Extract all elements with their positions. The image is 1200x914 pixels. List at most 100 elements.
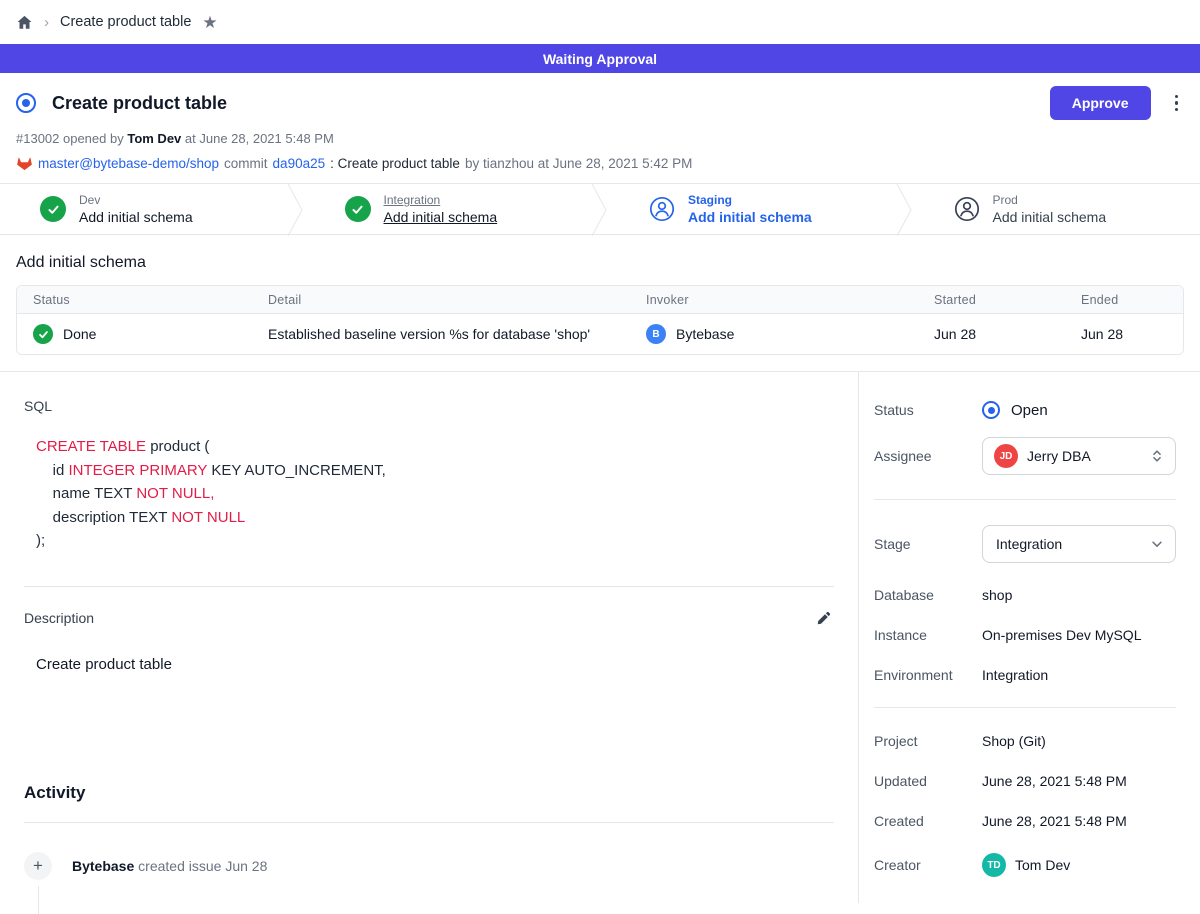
updated-label: Updated (874, 773, 982, 789)
issue-title: Create product table (52, 93, 227, 114)
col-status: Status (33, 293, 268, 307)
task-table-header: Status Detail Invoker Started Ended (17, 286, 1183, 314)
task-detail: Established baseline version %s for data… (268, 326, 646, 342)
activity-action: created issue Jun 28 (138, 858, 267, 874)
divider (24, 586, 834, 587)
stage-env-label: Integration (384, 193, 498, 207)
stage-task-label: Add initial schema (688, 209, 812, 225)
updated-value: June 28, 2021 5:48 PM (982, 773, 1127, 789)
task-started: Jun 28 (934, 326, 1081, 342)
issue-meta-suffix: at June 28, 2021 5:48 PM (185, 131, 334, 146)
task-section: Add initial schema Status Detail Invoker… (0, 235, 1200, 371)
issue-meta: #13002 opened by Tom Dev at June 28, 202… (16, 131, 1184, 146)
breadcrumb-separator-icon: › (44, 15, 49, 30)
approve-button[interactable]: Approve (1050, 86, 1151, 120)
creator-value: Tom Dev (1015, 857, 1070, 873)
task-section-title: Add initial schema (16, 254, 1184, 272)
issue-sidebar: Status Open Assignee JD Jerry DBA Stage … (858, 372, 1200, 903)
sql-line: name TEXT NOT NULL, (36, 482, 834, 506)
stage-env-label: Dev (79, 193, 193, 207)
project-label: Project (874, 733, 982, 749)
sql-line: id INTEGER PRIMARY KEY AUTO_INCREMENT, (36, 459, 834, 483)
activity-plus-icon: + (24, 852, 52, 880)
edit-description-pencil-icon[interactable] (813, 608, 834, 629)
activity-title: Activity (24, 783, 834, 803)
stage-env-label: Staging (688, 193, 812, 207)
issue-meta-prefix: #13002 opened by (16, 131, 124, 146)
breadcrumb: › Create product table ★ (0, 0, 1200, 44)
issue-header: Create product table Approve #13002 open… (0, 73, 1200, 183)
chevron-up-down-icon (1150, 449, 1164, 463)
commit-byline: by tianzhou at June 28, 2021 5:42 PM (465, 156, 692, 171)
stage-pending-person-icon (954, 196, 980, 222)
creator-avatar: TD (982, 853, 1006, 877)
stage-done-check-icon (40, 196, 66, 222)
environment-label: Environment (874, 667, 982, 683)
assignee-label: Assignee (874, 448, 982, 464)
project-value[interactable]: Shop (Git) (982, 733, 1046, 749)
activity-actor: Bytebase (72, 858, 134, 874)
divider (24, 822, 834, 823)
stage-task-label: Add initial schema (993, 209, 1107, 225)
created-value: June 28, 2021 5:48 PM (982, 813, 1127, 829)
commit-branch-link[interactable]: master@bytebase-demo/shop (38, 156, 219, 171)
sql-line: CREATE TABLE product ( (36, 435, 834, 459)
commit-hash-link[interactable]: da90a25 (273, 156, 326, 171)
task-status: Done (63, 326, 96, 342)
assignee-select[interactable]: JD Jerry DBA (982, 437, 1176, 475)
task-ended: Jun 28 (1081, 326, 1167, 342)
commit-word: commit (224, 156, 268, 171)
approval-banner: Waiting Approval (0, 44, 1200, 73)
commit-row: master@bytebase-demo/shop commit da90a25… (16, 155, 1184, 171)
stage-prod[interactable]: Prod Add initial schema (914, 184, 1200, 234)
divider (874, 499, 1176, 500)
stage-task-label: Add initial schema (79, 209, 193, 225)
stage-task-label: Add initial schema (384, 209, 498, 225)
created-label: Created (874, 813, 982, 829)
description-text: Create product table (36, 656, 834, 673)
gitlab-icon (16, 155, 33, 171)
stage-env-label: Prod (993, 193, 1107, 207)
favorite-star-icon[interactable]: ★ (202, 14, 217, 31)
assignee-avatar: JD (994, 444, 1018, 468)
stage-pending-person-icon (649, 196, 675, 222)
issue-author: Tom Dev (127, 131, 181, 146)
stage-label: Stage (874, 536, 982, 552)
issue-detail-panel: SQL CREATE TABLE product ( id INTEGER PR… (0, 372, 858, 903)
stage-select[interactable]: Integration (982, 525, 1176, 563)
pipeline-stage-bar: Dev Add initial schema Integration Add i… (0, 183, 1200, 235)
col-invoker: Invoker (646, 293, 934, 307)
home-icon[interactable] (16, 14, 33, 31)
status-value: Open (1011, 402, 1048, 419)
stage-separator-icon (591, 184, 609, 236)
task-table: Status Detail Invoker Started Ended Done… (16, 285, 1184, 355)
status-open-icon (982, 401, 1000, 419)
sql-line: description TEXT NOT NULL (36, 506, 834, 530)
divider (874, 707, 1176, 708)
stage-integration[interactable]: Integration Add initial schema (305, 184, 592, 234)
sql-code-block: CREATE TABLE product ( id INTEGER PRIMAR… (36, 435, 834, 553)
commit-message: : Create product table (330, 156, 460, 171)
chevron-down-icon (1150, 537, 1164, 551)
task-done-check-icon (33, 324, 53, 344)
database-label: Database (874, 587, 982, 603)
database-value: shop (982, 587, 1012, 603)
issue-open-icon (16, 93, 36, 113)
col-detail: Detail (268, 293, 646, 307)
stage-staging[interactable]: Staging Add initial schema (609, 184, 896, 234)
breadcrumb-current[interactable]: Create product table (60, 14, 191, 30)
col-ended: Ended (1081, 293, 1167, 307)
creator-label: Creator (874, 857, 982, 873)
invoker-avatar: B (646, 324, 666, 344)
instance-value: On-premises Dev MySQL (982, 627, 1141, 643)
activity-item: + Bytebase created issue Jun 28 (24, 852, 834, 880)
stage-separator-icon (287, 184, 305, 236)
stage-done-check-icon (345, 196, 371, 222)
stage-dev[interactable]: Dev Add initial schema (0, 184, 287, 234)
assignee-value: Jerry DBA (1027, 448, 1141, 464)
col-started: Started (934, 293, 1081, 307)
more-actions-icon[interactable] (1169, 90, 1185, 117)
sql-line: ); (36, 529, 834, 553)
description-label: Description (24, 610, 94, 626)
sql-label: SQL (24, 398, 834, 414)
